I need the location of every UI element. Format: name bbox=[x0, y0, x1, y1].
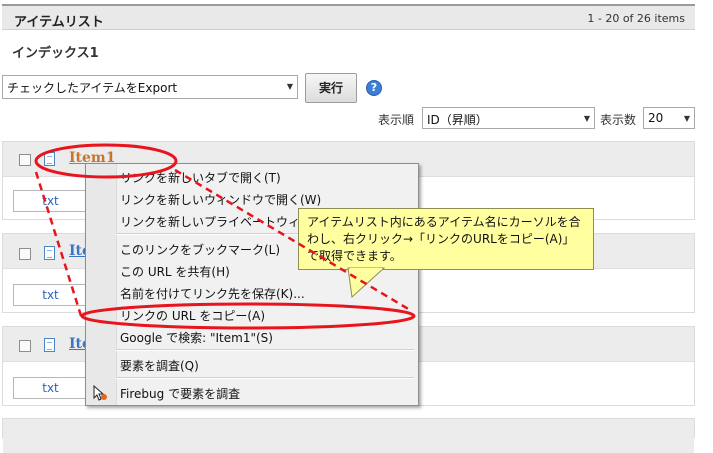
annotation-connector-right bbox=[174, 168, 411, 312]
annotation-ellipse-title bbox=[34, 143, 178, 179]
annotation-ellipse-menu-item bbox=[80, 302, 416, 330]
annotation-overlay bbox=[34, 143, 416, 330]
annotation-connector-left bbox=[34, 171, 84, 320]
